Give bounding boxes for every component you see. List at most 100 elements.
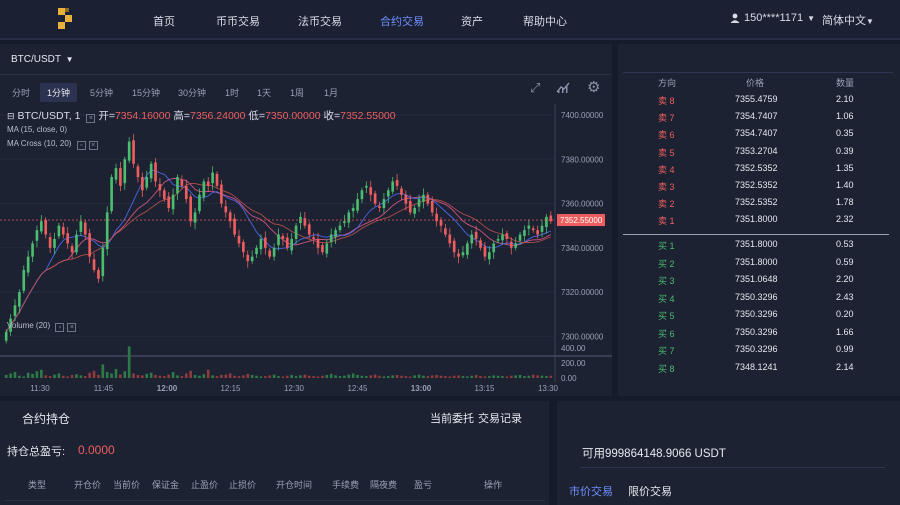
candle-body (321, 245, 324, 253)
bid-row[interactable]: 买 1 7351.8000 0.53 (618, 236, 900, 253)
logo-icon[interactable] (56, 6, 76, 32)
divider (0, 74, 612, 75)
volume-bar (141, 375, 144, 378)
interval-time-sharing[interactable]: 分时 (5, 83, 37, 102)
candle-body (444, 228, 447, 235)
ask-row[interactable]: 卖 6 7354.7407 0.35 (618, 125, 900, 142)
col-type: 类型 (28, 480, 47, 490)
interval-1month[interactable]: 1月 (317, 83, 345, 102)
close-icon[interactable]: × (88, 141, 98, 150)
ask-row[interactable]: 卖 7 7354.7407 1.06 (618, 108, 900, 125)
nav-fiat-trading[interactable]: 法币交易 (298, 13, 342, 29)
time-tick-label: 13:00 (411, 384, 432, 393)
col-open-time: 开仓时间 (276, 480, 313, 490)
interval-1hour[interactable]: 1时 (218, 83, 246, 102)
ask-row[interactable]: 卖 8 7355.4759 2.10 (618, 91, 900, 108)
tab-market-order[interactable]: 市价交易 (569, 483, 613, 499)
candle-body (272, 247, 276, 257)
candle-body (180, 179, 184, 186)
bid-row[interactable]: 买 8 7348.1241 2.14 (618, 359, 900, 376)
candle-body (430, 200, 434, 213)
candle-body (501, 234, 504, 241)
candle-body (294, 225, 298, 239)
legend-box-icon[interactable]: × (86, 114, 96, 123)
candle-body (184, 185, 188, 200)
bid-row[interactable]: 买 7 7350.3296 0.99 (618, 341, 900, 358)
close-icon[interactable]: × (67, 323, 77, 332)
candle-body (505, 233, 509, 239)
volume-bar (176, 375, 179, 378)
nav-assets[interactable]: 资产 (461, 13, 483, 29)
candle-body (176, 177, 179, 194)
candle-body (40, 221, 43, 232)
time-tick-label: 12:30 (284, 384, 305, 393)
indicator-settings-icon[interactable]: ▫ (55, 323, 65, 332)
settings-gear-icon[interactable]: ⚙ (587, 78, 600, 96)
volume-tick-label: 400.00 (561, 344, 586, 353)
collapse-icon[interactable]: ⊟ (7, 111, 15, 121)
nav-home[interactable]: 首页 (153, 13, 175, 29)
volume-bar (496, 375, 500, 378)
tab-current-orders[interactable]: 当前委托 (430, 410, 474, 426)
bid-row[interactable]: 买 6 7350.3296 1.66 (618, 324, 900, 341)
tab-limit-order[interactable]: 限价交易 (628, 483, 672, 499)
candle-body (378, 206, 381, 208)
volume-bar (22, 376, 26, 378)
volume-bar (307, 375, 311, 378)
last-price-label: 7352.55000 (560, 216, 603, 225)
interval-1day[interactable]: 1天 (250, 83, 278, 102)
bid-row[interactable]: 买 4 7350.3296 2.43 (618, 289, 900, 306)
legend-high: 7356.24000 (190, 110, 246, 122)
nav-spot-trading[interactable]: 币币交易 (216, 13, 260, 29)
tab-trade-history[interactable]: 交易记录 (478, 410, 522, 426)
col-margin: 保证金 (152, 480, 180, 490)
volume-bar (110, 373, 113, 378)
language-select[interactable]: 简体中文▼ (822, 12, 874, 28)
col-fee: 手续费 (332, 480, 360, 490)
nav-contract-trading[interactable]: 合约交易 (380, 13, 424, 29)
bid-row[interactable]: 买 2 7351.8000 0.59 (618, 254, 900, 271)
volume-bar (242, 375, 245, 378)
interval-5min[interactable]: 5分钟 (83, 83, 120, 102)
pair-selector[interactable]: BTC/USDT ▼ (11, 54, 74, 65)
orderbook-qty: 1.66 (836, 326, 854, 337)
candle-body (198, 194, 201, 212)
bid-row[interactable]: 买 3 7351.0648 2.20 (618, 271, 900, 288)
ask-row[interactable]: 卖 4 7352.5352 1.35 (618, 160, 900, 177)
volume-bar (154, 374, 157, 378)
volume-bar (97, 374, 100, 378)
volume-bar (237, 376, 241, 378)
ask-row[interactable]: 卖 5 7353.2704 0.39 (618, 143, 900, 160)
ask-row[interactable]: 卖 1 7351.8000 2.32 (618, 211, 900, 228)
volume-bar (18, 375, 21, 378)
interval-1week[interactable]: 1周 (283, 83, 311, 102)
user-menu[interactable]: 150****1171 ▼ (730, 12, 815, 24)
interval-15min[interactable]: 15分钟 (125, 83, 167, 102)
interval-30min[interactable]: 30分钟 (171, 83, 213, 102)
bid-row[interactable]: 买 5 7350.3296 0.20 (618, 306, 900, 323)
volume-bar (145, 373, 149, 378)
volume-bar (312, 376, 315, 378)
candle-body (242, 242, 245, 253)
candle-body (545, 216, 548, 228)
volume-bar (351, 373, 355, 378)
ask-row[interactable]: 卖 3 7352.5352 1.40 (618, 177, 900, 194)
orderbook-price: 7348.1241 (735, 361, 778, 372)
indicator-icon[interactable] (556, 80, 570, 94)
legend-low-label: 低= (248, 110, 266, 122)
volume-bar (44, 375, 48, 378)
orderbook-qty: 1.06 (836, 111, 854, 122)
candle-body (26, 256, 30, 273)
interval-1min[interactable]: 1分钟 (40, 83, 78, 102)
candle-body (408, 200, 412, 213)
candle-body (466, 243, 469, 255)
orderbook-qty: 1.35 (836, 162, 854, 173)
candle-body (88, 233, 91, 257)
fullscreen-icon[interactable]: ⤢ (530, 80, 540, 96)
indicator-settings-icon[interactable]: ▫ (76, 141, 86, 150)
volume-bar (255, 375, 258, 378)
ask-row[interactable]: 卖 2 7352.5352 1.78 (618, 194, 900, 211)
nav-help-center[interactable]: 帮助中心 (523, 13, 567, 29)
candle-body (158, 184, 162, 191)
candle-body (79, 221, 83, 232)
